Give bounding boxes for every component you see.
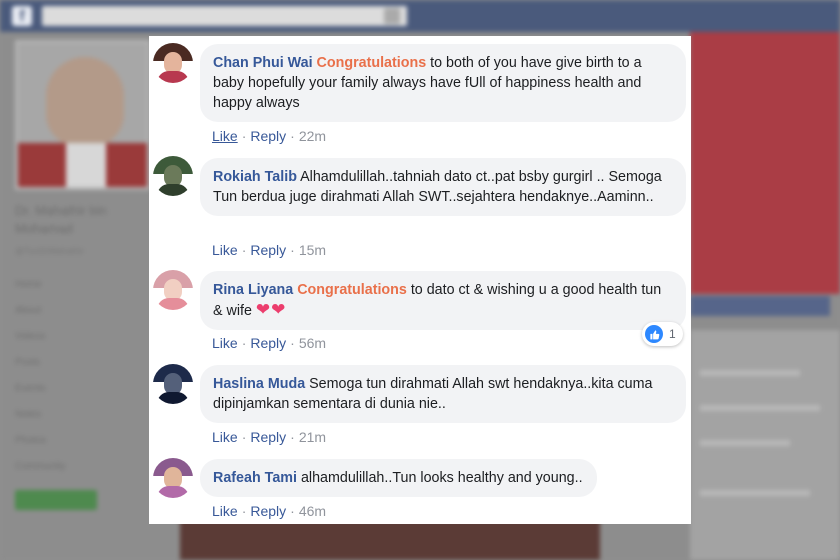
comment-timestamp[interactable]: 46m xyxy=(299,503,326,519)
comment-bubble: Chan Phui Wai Congratulations to both of… xyxy=(200,44,686,122)
like-button[interactable]: Like xyxy=(212,429,238,445)
search-input[interactable] xyxy=(42,6,407,26)
page-nav: Home About Videos Posts Events Notes Pho… xyxy=(15,272,145,480)
comment-actions: Like · Reply · 21m xyxy=(212,429,327,445)
cover-photo xyxy=(690,32,840,294)
comment-timestamp[interactable]: 56m xyxy=(299,335,326,351)
nav-item-videos[interactable]: Videos xyxy=(15,324,145,350)
avatar[interactable] xyxy=(153,270,193,310)
reaction-badge[interactable]: 1 xyxy=(642,322,683,346)
reply-button[interactable]: Reply xyxy=(250,335,286,351)
reply-button[interactable]: Reply xyxy=(250,128,286,144)
search-icon[interactable] xyxy=(384,8,400,24)
comment-author[interactable]: Rafeah Tami xyxy=(213,470,297,486)
comment-bubble: Rafeah Tami alhamdulillah..Tun looks hea… xyxy=(200,459,597,497)
profile-handle: @TunDrMahathir xyxy=(15,246,84,256)
page-like-button[interactable] xyxy=(690,296,830,316)
avatar[interactable] xyxy=(153,43,193,83)
comment-actions: Like · Reply · 46m xyxy=(212,503,327,519)
comment-bubble: Rokiah Talib Alhamdulillah..tahniah dato… xyxy=(200,158,686,216)
heart-icon: ❤❤ xyxy=(255,300,287,319)
profile-picture xyxy=(15,40,150,190)
comment-author[interactable]: Rina Liyana xyxy=(213,282,293,298)
nav-item-home[interactable]: Home xyxy=(15,272,145,298)
nav-item-photos[interactable]: Photos xyxy=(15,428,145,454)
avatar[interactable] xyxy=(153,156,193,196)
nav-item-notes[interactable]: Notes xyxy=(15,402,145,428)
comment-author[interactable]: Haslina Muda xyxy=(213,376,305,392)
comment-actions: Like · Reply · 22m xyxy=(212,128,327,144)
comment-bubble: Rina Liyana Congratulations to dato ct &… xyxy=(200,271,686,330)
comment-author[interactable]: Rokiah Talib xyxy=(213,169,297,185)
reaction-count: 1 xyxy=(669,327,676,341)
nav-item-about[interactable]: About xyxy=(15,298,145,324)
reply-button[interactable]: Reply xyxy=(250,429,286,445)
comments-panel: Chan Phui Wai Congratulations to both of… xyxy=(149,36,691,524)
avatar[interactable] xyxy=(153,364,193,404)
comment-timestamp[interactable]: 22m xyxy=(299,128,326,144)
nav-item-community[interactable]: Community xyxy=(15,454,145,480)
thumbs-up-icon xyxy=(645,325,663,343)
nav-item-posts[interactable]: Posts xyxy=(15,350,145,376)
comment-author[interactable]: Chan Phui Wai xyxy=(213,55,313,71)
reply-button[interactable]: Reply xyxy=(250,503,286,519)
like-button[interactable]: Like xyxy=(212,503,238,519)
right-sidebar xyxy=(690,330,840,560)
comment-actions: Like · Reply · 15m xyxy=(212,242,327,258)
comment-actions: Like · Reply · 56m xyxy=(212,335,327,351)
comment-highlight: Congratulations xyxy=(316,55,427,71)
facebook-logo-icon: f xyxy=(12,6,32,26)
comment-bubble: Haslina Muda Semoga tun dirahmati Allah … xyxy=(200,365,686,423)
reply-button[interactable]: Reply xyxy=(250,242,286,258)
create-page-button[interactable] xyxy=(15,490,97,510)
like-button[interactable]: Like xyxy=(212,242,238,258)
comment-timestamp[interactable]: 15m xyxy=(299,242,326,258)
like-button[interactable]: Like xyxy=(212,335,238,351)
nav-item-events[interactable]: Events xyxy=(15,376,145,402)
facebook-top-bar: f xyxy=(0,0,840,32)
comment-highlight: Congratulations xyxy=(297,282,407,298)
profile-name: Dr. Mahathir bin Mohamad xyxy=(15,203,107,236)
comment-timestamp[interactable]: 21m xyxy=(299,429,326,445)
like-button[interactable]: Like xyxy=(212,128,238,144)
post-photo xyxy=(180,520,600,560)
comment-text: alhamdulillah..Tun looks healthy and you… xyxy=(300,470,583,486)
avatar[interactable] xyxy=(153,458,193,498)
